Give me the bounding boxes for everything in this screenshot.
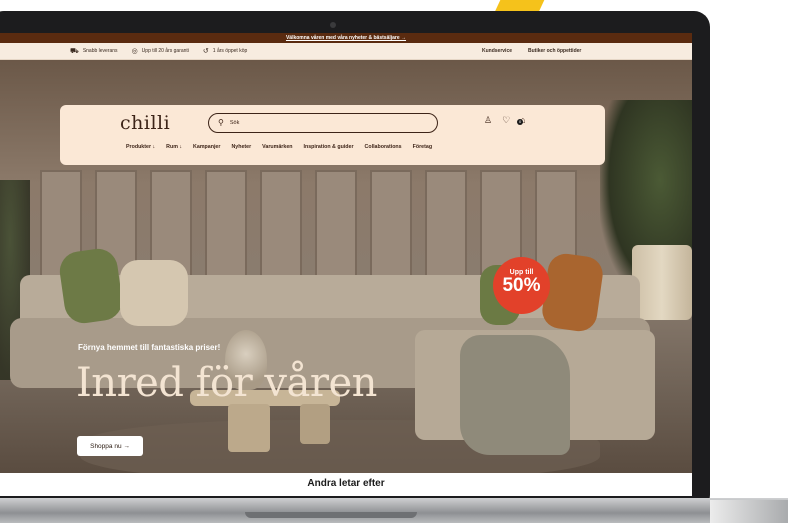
return-icon: ↺ <box>202 47 209 55</box>
site-header: chilli ⚲ Sök ♙ ♡ ⌂ 0 Produkter ↓ Rum ↓ Ka… <box>60 105 605 165</box>
menu-item-collaborations[interactable]: Collaborations <box>365 144 402 150</box>
header-actions: ♙ ♡ ⌂ 0 <box>484 115 526 126</box>
account-icon[interactable]: ♙ <box>484 115 492 126</box>
announcement-bar[interactable]: Välkomna våren med våra nyheter & bästsä… <box>0 33 692 43</box>
hero-subtitle: Förnya hemmet till fantastiska priser! <box>78 343 221 352</box>
badge-icon: ◎ <box>131 47 138 55</box>
usp-item: ↺ 1 års öppet köp <box>203 48 247 55</box>
chilli-logo[interactable]: chilli <box>120 112 170 134</box>
coffee-table-leg <box>300 404 330 444</box>
hero-title: Inred för våren <box>76 360 377 406</box>
hero-banner: chilli ⚲ Sök ♙ ♡ ⌂ 0 Produkter ↓ Rum ↓ Ka… <box>0 60 692 473</box>
menu-item-nyheter[interactable]: Nyheter <box>231 144 251 150</box>
cart-icon[interactable]: ⌂ 0 <box>517 115 526 126</box>
pillow-image <box>57 246 125 326</box>
stores-link[interactable]: Butiker och öppettider <box>528 48 581 54</box>
main-menu: Produkter ↓ Rum ↓ Kampanjer Nyheter Varu… <box>126 144 432 150</box>
laptop-base-edge <box>710 500 788 523</box>
browser-screen: Välkomna våren med våra nyheter & bästsä… <box>0 33 692 496</box>
info-bar: ⛟ Snabb leverans ◎ Upp till 20 års garan… <box>0 43 692 60</box>
service-links: Kundservice Butiker och öppettider <box>482 48 581 54</box>
planter-image <box>632 245 692 320</box>
promo-badge[interactable]: Upp till 50% <box>493 257 550 314</box>
shop-now-button[interactable]: Shoppa nu → <box>77 436 143 456</box>
usp-label: Upp till 20 års garanti <box>141 48 189 54</box>
laptop-base <box>0 498 788 523</box>
menu-item-foretag[interactable]: Företag <box>413 144 432 150</box>
announcement-link[interactable]: Välkomna våren med våra nyheter & bästsä… <box>286 35 406 41</box>
usp-item: ⛟ Snabb leverans <box>70 48 118 55</box>
usp-item: ◎ Upp till 20 års garanti <box>132 48 189 55</box>
search-placeholder: Sök <box>229 120 240 126</box>
throw-blanket-image <box>460 335 570 455</box>
section-title: Andra letar efter <box>307 478 385 489</box>
others-searching-section: Andra letar efter <box>0 473 692 496</box>
usp-label: Snabb leverans <box>82 48 118 54</box>
laptop-notch <box>245 512 417 518</box>
menu-item-kampanjer[interactable]: Kampanjer <box>193 144 220 150</box>
webcam <box>330 22 336 28</box>
menu-item-varumarken[interactable]: Varumärken <box>262 144 292 150</box>
menu-item-rum[interactable]: Rum ↓ <box>166 144 182 150</box>
menu-item-inspiration[interactable]: Inspiration & guider <box>304 144 354 150</box>
menu-item-produkter[interactable]: Produkter ↓ <box>126 144 155 150</box>
cart-count-badge: 0 <box>517 119 524 125</box>
customer-service-link[interactable]: Kundservice <box>482 48 512 54</box>
promo-line-2: 50% <box>502 275 541 296</box>
coffee-table-leg <box>228 404 270 452</box>
usp-label: 1 års öppet köp <box>212 48 248 54</box>
pillow-image <box>120 260 188 326</box>
usp-list: ⛟ Snabb leverans ◎ Upp till 20 års garan… <box>70 48 247 55</box>
wishlist-icon[interactable]: ♡ <box>502 115 510 126</box>
search-input[interactable]: ⚲ Sök <box>208 113 438 133</box>
search-icon: ⚲ <box>218 118 224 127</box>
truck-icon: ⛟ <box>70 47 79 55</box>
